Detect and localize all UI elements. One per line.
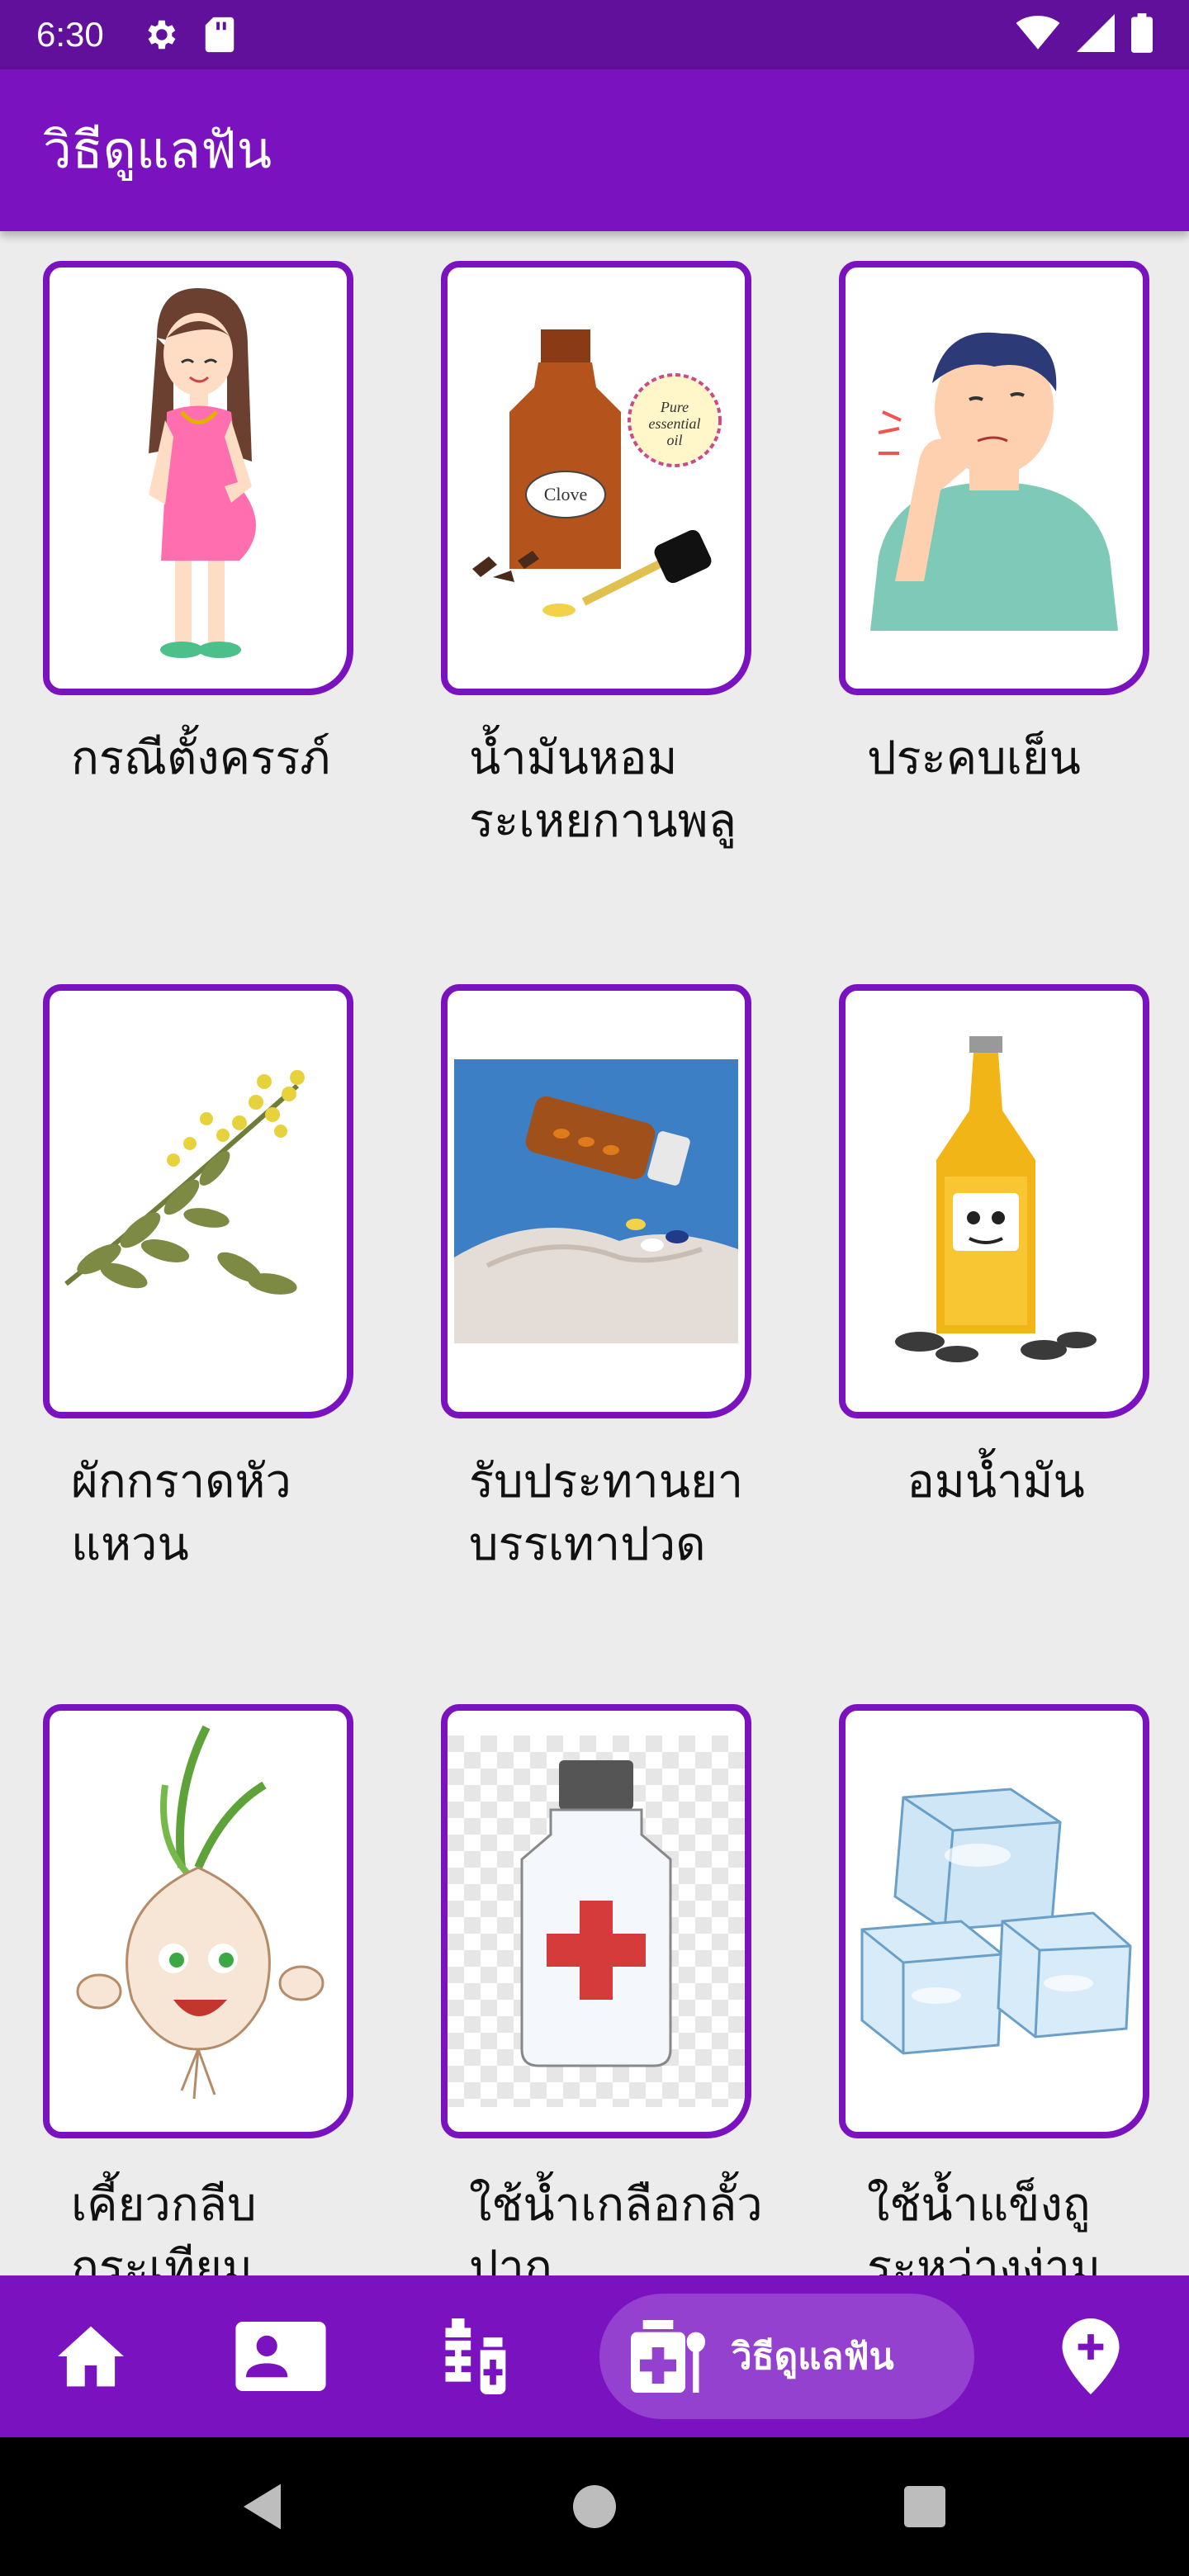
clove-essential-oil-image: Clove Pure essential oil bbox=[460, 329, 732, 627]
recents-button[interactable] bbox=[875, 2437, 974, 2576]
gear-icon bbox=[137, 12, 183, 58]
circle-home-icon bbox=[573, 2485, 616, 2528]
label-oil-pulling: อมน้ำมัน bbox=[907, 1455, 1085, 1507]
herb-plant-image bbox=[64, 1070, 305, 1295]
label-ice-rub: ใช้น้ำแข็งถูระหว่างง่าม bbox=[867, 2178, 1101, 2275]
label-garlic: เคี้ยวกลีบกระเทียม bbox=[71, 2178, 257, 2275]
square-recents-icon bbox=[904, 2486, 945, 2527]
card-oil-pulling[interactable] bbox=[839, 984, 1149, 1418]
man-with-toothache-image bbox=[846, 309, 1143, 647]
card-saline-rinse[interactable] bbox=[441, 1704, 751, 2138]
pregnant-woman-image bbox=[149, 288, 256, 658]
bottom-navigation: วิธีดูแลฟัน bbox=[0, 2275, 1189, 2437]
svg-text:oil: oil bbox=[666, 432, 682, 448]
svg-text:Clove: Clove bbox=[544, 484, 588, 504]
back-button[interactable] bbox=[215, 2437, 314, 2576]
ice-cubes-image bbox=[860, 1788, 1132, 2055]
status-time: 6:30 bbox=[36, 15, 104, 54]
label-clove-oil: น้ำมันหอมระเหยกานพลู bbox=[469, 732, 737, 846]
card-garlic[interactable] bbox=[43, 1704, 353, 2138]
label-saline-rinse: ใช้น้ำเกลือกลั้วปาก bbox=[469, 2178, 763, 2275]
nav-medicine[interactable] bbox=[424, 2275, 523, 2437]
card-painkillers[interactable] bbox=[441, 984, 751, 1418]
label-cold-compress: ประคบเย็น bbox=[867, 732, 1081, 784]
location-pin-icon bbox=[1062, 2318, 1120, 2394]
wifi-icon bbox=[1016, 15, 1060, 54]
svg-text:essential: essential bbox=[649, 415, 701, 432]
battery-icon bbox=[1131, 13, 1153, 56]
nav-contacts[interactable] bbox=[231, 2275, 330, 2437]
nav-location[interactable] bbox=[1045, 2275, 1136, 2437]
card-pregnancy[interactable] bbox=[43, 261, 353, 695]
svg-text:Pure: Pure bbox=[660, 399, 689, 415]
home-system-button[interactable] bbox=[545, 2437, 644, 2576]
card-clove-oil[interactable]: Clove Pure essential oil bbox=[441, 261, 751, 695]
saline-bottle-image bbox=[448, 1735, 745, 2107]
card-ice-rub[interactable] bbox=[839, 1704, 1149, 2138]
sunflower-oil-bottle-image bbox=[895, 1036, 1097, 1362]
signal-icon bbox=[1077, 14, 1115, 55]
dental-care-icon bbox=[631, 2320, 705, 2393]
nav-home[interactable] bbox=[41, 2275, 140, 2437]
medicine-icon bbox=[445, 2318, 506, 2394]
pills-in-hand-image bbox=[454, 1059, 738, 1343]
card-herb[interactable] bbox=[43, 984, 353, 1418]
contact-card-icon bbox=[235, 2322, 326, 2391]
card-cold-compress[interactable] bbox=[839, 261, 1149, 695]
app-bar: วิธีดูแลฟัน bbox=[0, 69, 1189, 231]
nav-dental-care[interactable]: วิธีดูแลฟัน bbox=[599, 2294, 974, 2419]
nav-dental-care-label: วิธีดูแลฟัน bbox=[732, 2337, 894, 2377]
back-icon bbox=[244, 2484, 281, 2530]
home-icon bbox=[58, 2326, 124, 2387]
sd-card-icon bbox=[197, 12, 243, 58]
label-pregnancy: กรณีตั้งครรภ์ bbox=[71, 732, 331, 784]
status-bar: 6:30 bbox=[0, 0, 1189, 69]
label-herb: ผักกราดหัวแหวน bbox=[71, 1455, 291, 1570]
care-methods-grid: กรณีตั้งครรภ์ Clove Pure essential oil น… bbox=[0, 231, 1189, 2275]
system-navigation-bar bbox=[0, 2437, 1189, 2576]
page-title: วิธีดูแลฟัน bbox=[43, 122, 272, 179]
label-painkillers: รับประทานยาบรรเทาปวด bbox=[469, 1455, 744, 1570]
garlic-character-image bbox=[76, 1725, 324, 2100]
